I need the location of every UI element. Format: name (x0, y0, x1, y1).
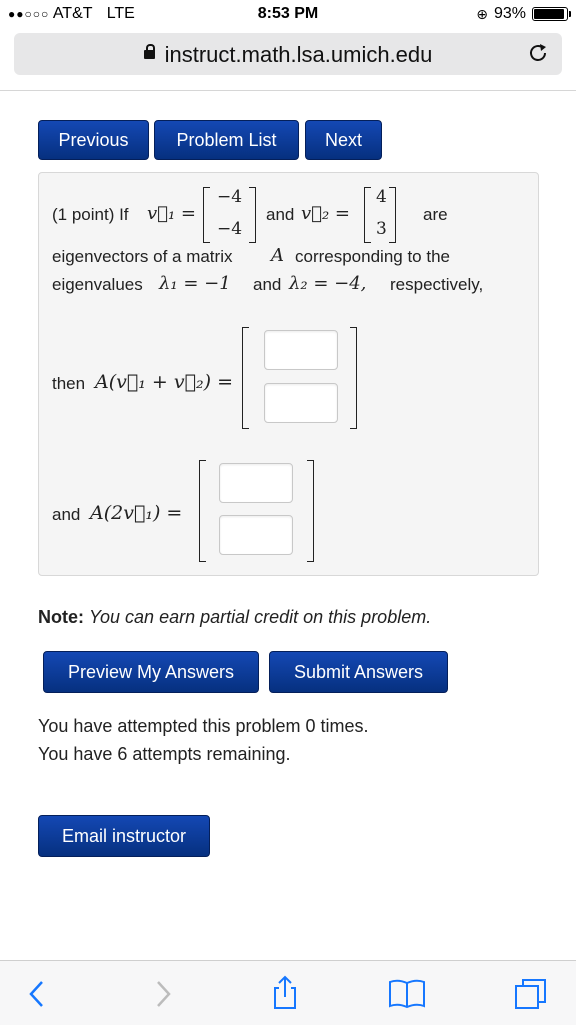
answer-2-bottom-input[interactable] (219, 515, 293, 555)
and-label: and (52, 505, 81, 524)
expr2: A(2v⃗₁) = (90, 502, 183, 524)
orientation-lock-icon: ⊕ (476, 5, 488, 22)
reload-icon[interactable] (526, 41, 550, 65)
answer2-left-bracket (199, 460, 206, 562)
note-label: Note: (38, 607, 84, 627)
problem-line3-b: respectively, (390, 275, 484, 294)
previous-button[interactable]: Previous (38, 120, 149, 160)
address-bar[interactable]: instruct.math.lsa.umich.edu (14, 33, 562, 75)
v1-entry-1: −4 (217, 187, 243, 207)
problem-line3-a: eigenvalues (52, 275, 143, 294)
problem-panel: (1 point) If v⃗₁ = −4 −4 and v⃗₂ = 4 3 a… (38, 172, 539, 576)
v2-left-bracket (364, 187, 371, 243)
v1-entry-2: −4 (217, 219, 243, 239)
preview-answers-button[interactable]: Preview My Answers (43, 651, 259, 693)
lambda1-expr: λ₁ = −1 (159, 273, 231, 294)
problem-line2-a: eigenvectors of a matrix (52, 247, 233, 266)
answer1-left-bracket (242, 327, 249, 429)
v1-right-bracket (249, 187, 256, 243)
partial-credit-note: Note: You can earn partial credit on thi… (38, 607, 431, 628)
battery-percent: 93% (493, 5, 526, 22)
then-label: then (52, 374, 86, 393)
note-text: You can earn partial credit on this prob… (89, 607, 432, 627)
tabs-icon[interactable] (514, 977, 548, 1011)
expr1: A(v⃗₁ + v⃗₂) = (95, 371, 234, 393)
are-text: are (423, 205, 448, 224)
v2-entry-2: 3 (376, 219, 387, 239)
v1-label: v⃗₁ = (147, 203, 196, 224)
lock-icon (143, 43, 155, 59)
matrix-a-symbol: A (271, 245, 284, 266)
answer2-right-bracket (307, 460, 314, 562)
problem-line3-and: and (253, 275, 282, 294)
v2-right-bracket (389, 187, 396, 243)
submit-answers-button[interactable]: Submit Answers (269, 651, 448, 693)
chevron-right-icon[interactable] (152, 979, 174, 1009)
divider (0, 90, 576, 91)
v2-label: v⃗₂ = (301, 203, 350, 224)
answer-1-bottom-input[interactable] (264, 383, 338, 423)
share-icon[interactable] (270, 975, 300, 1011)
and-text: and (266, 205, 295, 224)
answer-1-top-input[interactable] (264, 330, 338, 370)
status-right: ⊕ 93% (476, 5, 571, 23)
problem-list-button[interactable]: Problem List (154, 120, 299, 160)
problem-intro: (1 point) If (52, 205, 129, 224)
answer1-right-bracket (350, 327, 357, 429)
problem-line2-b: corresponding to the (295, 247, 450, 266)
answer-2-top-input[interactable] (219, 463, 293, 503)
browser-toolbar (0, 960, 576, 1025)
next-button[interactable]: Next (305, 120, 382, 160)
book-icon[interactable] (388, 979, 426, 1009)
url-text: instruct.math.lsa.umich.edu (164, 42, 433, 67)
url-display[interactable]: instruct.math.lsa.umich.edu (14, 42, 562, 68)
v2-entry-1: 4 (376, 187, 387, 207)
v1-left-bracket (203, 187, 210, 243)
attempts-line-2: You have 6 attempts remaining. (38, 744, 291, 764)
chevron-left-icon[interactable] (26, 979, 48, 1009)
lambda2-expr: λ₂ = −4, (289, 273, 367, 294)
attempts-line-1: You have attempted this problem 0 times. (38, 716, 369, 736)
email-instructor-button[interactable]: Email instructor (38, 815, 210, 857)
battery-icon (532, 7, 571, 21)
status-bar: ●●○○○ AT&T LTE 8:53 PM ⊕ 93% (0, 0, 576, 30)
